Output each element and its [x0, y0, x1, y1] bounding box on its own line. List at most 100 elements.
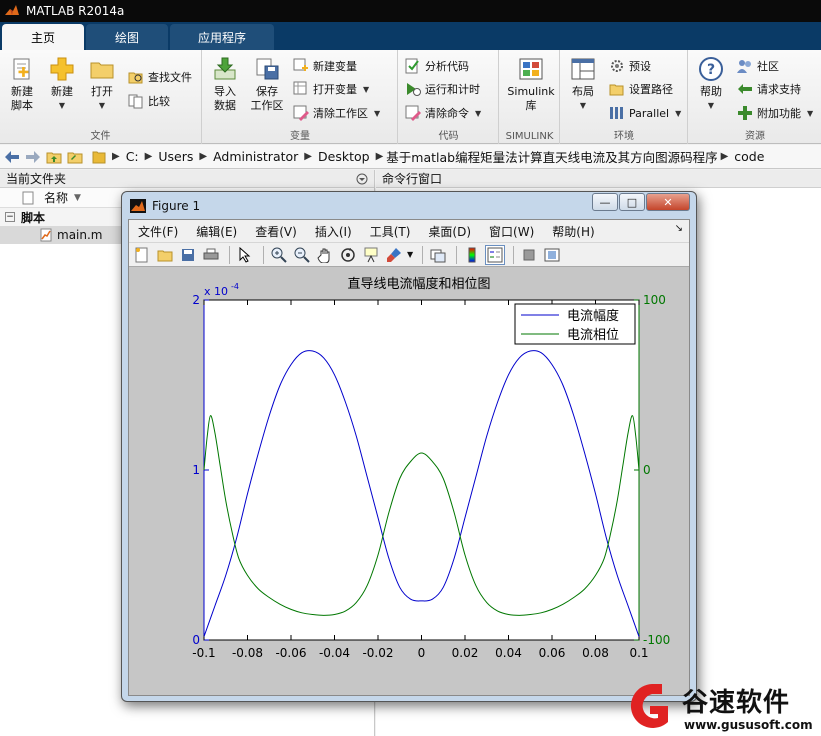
clear-commands-button[interactable]: 清除命令 ▼	[405, 103, 481, 123]
find-files-label: 查找文件	[148, 71, 192, 84]
brush-dropdown-icon[interactable]: ▼	[407, 250, 413, 259]
breadcrumb-item[interactable]: code	[734, 149, 764, 164]
insert-legend-button[interactable]	[485, 244, 506, 265]
help-button[interactable]: ? 帮助 ▼	[689, 56, 733, 113]
import-data-button[interactable]: 导入 数据	[203, 56, 247, 113]
figure-plot-area[interactable]: 直导线电流幅度和相位图 012 -1000100 -0.1 -0.08 -0.06-…	[129, 267, 689, 694]
minimize-button[interactable]: —	[592, 193, 618, 211]
simulink-library-button[interactable]: Simulink 库	[506, 56, 556, 113]
clear-workspace-button[interactable]: 清除工作区 ▼	[293, 103, 380, 123]
open-file-button[interactable]	[155, 245, 175, 265]
new-script-button[interactable]: 新建 脚本	[0, 56, 44, 113]
analyze-code-button[interactable]: 分析代码	[405, 56, 469, 76]
set-path-icon	[609, 84, 624, 96]
menu-help[interactable]: 帮助(H)	[552, 223, 594, 240]
run-and-time-icon	[407, 83, 421, 96]
add-ons-label: 附加功能	[757, 107, 801, 120]
dock-arrow-icon[interactable]: ↘	[675, 223, 683, 234]
save-figure-button[interactable]	[178, 245, 198, 265]
tab-apps[interactable]: 应用程序	[170, 24, 274, 50]
run-and-time-button[interactable]: 运行和计时	[405, 79, 480, 99]
show-plot-tools-button[interactable]	[542, 245, 562, 265]
ribbon-group-simulink: Simulink 库 SIMULINK	[500, 50, 560, 144]
tab-plots[interactable]: 绘图	[86, 24, 168, 50]
sort-desc-icon[interactable]: ▼	[74, 193, 81, 203]
link-plot-button[interactable]	[428, 245, 448, 265]
forward-button[interactable]	[24, 148, 42, 166]
open-button[interactable]: 打开 ▼	[80, 56, 124, 113]
breadcrumb-item[interactable]: Administrator	[213, 149, 298, 164]
clear-commands-label: 清除命令	[425, 107, 469, 120]
browse-folder-button[interactable]	[66, 148, 84, 166]
parallel-icon	[610, 107, 623, 119]
clear-workspace-label: 清除工作区	[313, 107, 368, 120]
x-tick-label: 0.1	[629, 646, 648, 660]
browse-folder-icon	[67, 152, 83, 163]
new-variable-label: 新建变量	[313, 60, 357, 73]
layout-button[interactable]: 布局 ▼	[561, 56, 605, 113]
figure-title-bar: Figure 1	[130, 196, 200, 216]
community-button[interactable]: 社区	[737, 56, 779, 76]
data-cursor-button[interactable]	[361, 245, 381, 265]
clear-workspace-dropdown-icon[interactable]: ▼	[374, 109, 380, 118]
new-button[interactable]: 新建 ▼	[40, 56, 84, 113]
tab-home[interactable]: 主页	[2, 24, 84, 50]
preferences-button[interactable]: 预设	[609, 56, 651, 76]
current-folder-title-bar: 当前文件夹	[0, 170, 374, 188]
breadcrumb-item[interactable]: Desktop	[318, 149, 370, 164]
panel-menu-icon[interactable]	[356, 173, 368, 185]
brush-button[interactable]	[384, 245, 404, 265]
insert-colorbar-button[interactable]	[462, 245, 482, 265]
new-variable-button[interactable]: 新建变量	[293, 56, 357, 76]
x-tick-label: -0.1	[192, 646, 215, 660]
edit-plot-button[interactable]	[235, 245, 255, 265]
back-button[interactable]	[3, 148, 21, 166]
find-files-button[interactable]: 查找文件	[128, 67, 192, 87]
breadcrumb-item[interactable]: 基于matlab编程矩量法计算直天线电流及其方向图源码程序	[386, 147, 717, 166]
set-path-button[interactable]: 设置路径	[609, 79, 673, 99]
open-variable-dropdown-icon[interactable]: ▼	[363, 85, 369, 94]
menu-file[interactable]: 文件(F)	[138, 223, 178, 240]
menu-window[interactable]: 窗口(W)	[489, 223, 534, 240]
variable-group-label: 变量	[290, 131, 310, 142]
axes-box[interactable]	[203, 299, 640, 641]
menu-insert[interactable]: 插入(I)	[315, 223, 352, 240]
rotate-3d-icon	[341, 247, 355, 262]
add-ons-dropdown-icon[interactable]: ▼	[807, 109, 813, 118]
clear-workspace-icon	[293, 105, 309, 121]
name-column-label: 名称	[44, 191, 69, 205]
open-variable-button[interactable]: 打开变量 ▼	[293, 79, 369, 99]
breadcrumb-item[interactable]: Users	[158, 149, 193, 164]
command-window-title-bar: 命令行窗口	[376, 170, 821, 188]
ribbon: 新建 脚本 新建 ▼ 打开 ▼ 查找文件 比较 文件 导入 数据 保存 工作区 …	[0, 50, 821, 144]
zoom-out-button[interactable]	[292, 245, 312, 265]
menu-view[interactable]: 查看(V)	[255, 223, 297, 240]
hide-plot-tools-button[interactable]	[519, 245, 539, 265]
maximize-button[interactable]: □	[619, 193, 645, 211]
request-support-button[interactable]: 请求支持	[737, 79, 801, 99]
x-tick-label: 0.04	[495, 646, 522, 660]
collapse-icon[interactable]: −	[5, 212, 15, 222]
figure-window: Figure 1 — □ ✕ 文件(F) 编辑(E) 查看(V) 插入(I) 工…	[121, 191, 697, 702]
chart-legend[interactable]: 电流幅度电流相位	[514, 303, 636, 345]
close-button[interactable]: ✕	[646, 193, 690, 211]
rotate-3d-button[interactable]	[338, 245, 358, 265]
figure-client-area: 文件(F) 编辑(E) 查看(V) 插入(I) 工具(T) 桌面(D) 窗口(W…	[128, 219, 690, 696]
parallel-dropdown-icon[interactable]: ▼	[675, 109, 681, 118]
new-figure-button[interactable]	[132, 245, 152, 265]
add-ons-button[interactable]: 附加功能 ▼	[737, 103, 813, 123]
parallel-button[interactable]: Parallel ▼	[609, 103, 681, 123]
menu-edit[interactable]: 编辑(E)	[196, 223, 237, 240]
breadcrumb-item[interactable]: C:	[126, 149, 139, 164]
clear-commands-dropdown-icon[interactable]: ▼	[475, 109, 481, 118]
save-workspace-button[interactable]: 保存 工作区	[245, 56, 289, 113]
menu-desktop[interactable]: 桌面(D)	[428, 223, 471, 240]
compare-button[interactable]: 比较	[128, 91, 170, 111]
print-button[interactable]	[201, 245, 221, 265]
zoom-in-button[interactable]	[269, 245, 289, 265]
open-label: 打开	[91, 85, 113, 98]
pan-button[interactable]	[315, 245, 335, 265]
menu-tools[interactable]: 工具(T)	[370, 223, 411, 240]
import-data-label: 导入 数据	[214, 85, 236, 112]
up-folder-button[interactable]	[45, 148, 63, 166]
